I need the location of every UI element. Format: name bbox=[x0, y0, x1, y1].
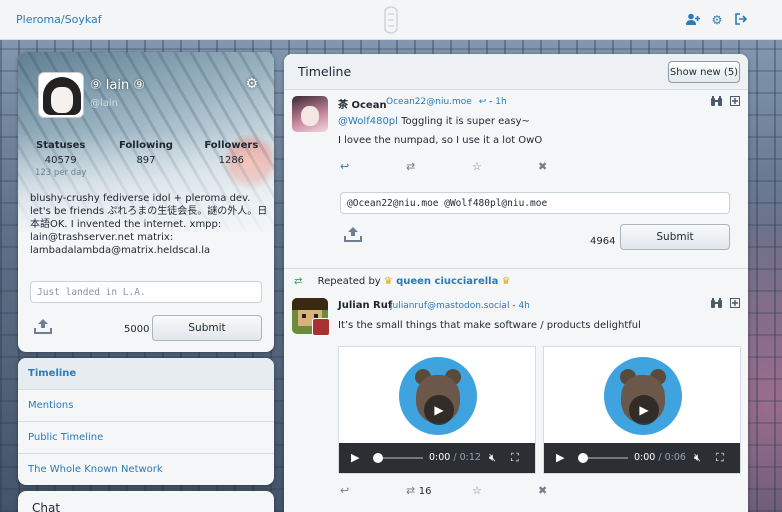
stat-statuses[interactable]: Statuses 40579 123 per day bbox=[18, 140, 103, 178]
repeat-icon: ⇄ bbox=[406, 484, 416, 497]
status-time[interactable]: 1h bbox=[495, 97, 506, 107]
user-profile-card: ⑨ lain ⑨ @lain ⚙ Statuses 40579 123 per … bbox=[18, 52, 274, 352]
video-thumbnail: ▶ bbox=[399, 357, 477, 435]
reply-icon[interactable]: ↩ bbox=[340, 484, 406, 497]
pleroma-logo[interactable] bbox=[375, 4, 407, 36]
navigation-panel: Timeline Mentions Public Timeline The Wh… bbox=[18, 358, 274, 485]
status-actions: ↩ ⇄ 16 ☆ ✖ bbox=[340, 484, 604, 497]
seek-handle[interactable] bbox=[373, 453, 383, 463]
status-text-line: Toggling it is super easy~ bbox=[397, 116, 530, 127]
video-duration: / 0:12 bbox=[453, 452, 481, 463]
site-brand-link[interactable]: Pleroma/Soykaf bbox=[16, 13, 102, 26]
gear-icon[interactable]: ⚙ bbox=[710, 13, 724, 28]
video-duration: / 0:06 bbox=[658, 452, 686, 463]
user-plus-icon[interactable] bbox=[686, 13, 700, 28]
timeline-title: Timeline bbox=[298, 64, 352, 79]
binoculars-icon[interactable] bbox=[711, 298, 722, 311]
divider bbox=[284, 268, 748, 269]
submit-button[interactable]: Submit bbox=[152, 315, 262, 341]
avatar[interactable] bbox=[292, 96, 328, 132]
reblogger-avatar[interactable] bbox=[312, 318, 330, 336]
status-input[interactable]: Just landed in L.A. bbox=[30, 281, 262, 303]
status-item: 茶 Ocean Ocean22@niu.moe ↩ - 1h @Wolf480p… bbox=[284, 90, 748, 266]
status-author-name[interactable]: Julian Ruf bbox=[338, 300, 392, 311]
fullscreen-icon[interactable]: ⛶ bbox=[716, 451, 724, 465]
character-count: 5000 bbox=[124, 324, 150, 335]
top-navbar: Pleroma/Soykaf ⚙ bbox=[0, 0, 782, 40]
status-author-handle[interactable]: julianruf@mastodon.social bbox=[390, 301, 509, 311]
mute-icon[interactable]: 🔇︎ bbox=[694, 451, 701, 465]
video-player[interactable]: ▶ ▶ 0:00 / 0:12 🔇︎ ⛶ bbox=[338, 346, 536, 474]
star-icon[interactable]: ☆ bbox=[472, 484, 538, 497]
status-time[interactable]: 4h bbox=[518, 301, 529, 311]
stat-following[interactable]: Following 897 bbox=[103, 140, 188, 178]
mention-link[interactable]: @Wolf480pl bbox=[338, 116, 398, 127]
video-current-time: 0:00 bbox=[429, 452, 451, 463]
upload-icon[interactable] bbox=[344, 226, 362, 246]
play-icon[interactable]: ▶ bbox=[629, 395, 659, 425]
crown-emoji-icon: ♛ bbox=[501, 276, 511, 287]
binoculars-icon[interactable] bbox=[711, 96, 722, 109]
retweet-icon: ⇄ bbox=[294, 276, 303, 287]
repeat-button[interactable]: ⇄ 16 bbox=[406, 484, 472, 497]
nav-item-public-timeline[interactable]: Public Timeline bbox=[18, 422, 274, 454]
stat-followers[interactable]: Followers 1286 bbox=[189, 140, 274, 178]
repeater-name[interactable]: queen ciucciarella bbox=[396, 276, 498, 287]
video-current-time: 0:00 bbox=[634, 452, 656, 463]
repeat-icon[interactable]: ⇄ bbox=[406, 160, 472, 173]
submit-button[interactable]: Submit bbox=[620, 224, 730, 250]
delete-icon[interactable]: ✖ bbox=[538, 160, 604, 173]
status-author-handle[interactable]: Ocean22@niu.moe bbox=[386, 97, 472, 107]
video-player[interactable]: ▶ ▶ 0:00 / 0:06 🔇︎ ⛶ bbox=[543, 346, 741, 474]
gear-icon[interactable]: ⚙ bbox=[245, 76, 258, 92]
reply-input[interactable]: @Ocean22@niu.moe @Wolf480pl@niu.moe bbox=[340, 192, 730, 214]
play-icon[interactable]: ▶ bbox=[424, 395, 454, 425]
crown-emoji-icon: ♛ bbox=[383, 276, 393, 287]
nav-item-whole-network[interactable]: The Whole Known Network bbox=[18, 454, 274, 485]
avatar[interactable] bbox=[38, 72, 84, 118]
profile-display-name: ⑨ lain ⑨ bbox=[90, 78, 146, 93]
chat-panel[interactable]: Chat bbox=[18, 491, 274, 512]
video-controls: ▶ 0:00 / 0:06 🔇︎ ⛶ bbox=[544, 443, 740, 473]
play-icon[interactable]: ▶ bbox=[351, 451, 359, 464]
star-icon[interactable]: ☆ bbox=[472, 160, 538, 173]
nav-item-mentions[interactable]: Mentions bbox=[18, 390, 274, 422]
timeline-panel: Timeline Show new (5) 茶 Ocean Ocean22@ni… bbox=[284, 54, 748, 512]
video-controls: ▶ 0:00 / 0:12 🔇︎ ⛶ bbox=[339, 443, 535, 473]
reply-icon[interactable]: ↩ bbox=[340, 160, 406, 173]
character-count: 4964 bbox=[590, 236, 616, 247]
chat-title: Chat bbox=[32, 501, 61, 512]
status-text-line: It’s the small things that make software… bbox=[338, 320, 641, 331]
repeated-by-notice: ⇄ Repeated by ♛ queen ciucciarella ♛ bbox=[294, 276, 511, 287]
nav-item-timeline[interactable]: Timeline bbox=[18, 358, 274, 390]
repeat-count: 16 bbox=[418, 486, 432, 497]
show-new-button[interactable]: Show new (5) bbox=[668, 61, 740, 83]
expand-icon[interactable] bbox=[730, 96, 740, 109]
video-thumbnail: ▶ bbox=[604, 357, 682, 435]
profile-stats: Statuses 40579 123 per day Following 897… bbox=[18, 140, 274, 178]
expand-icon[interactable] bbox=[730, 298, 740, 311]
video-seekbar[interactable] bbox=[582, 457, 628, 459]
seek-handle[interactable] bbox=[578, 453, 588, 463]
timeline-header: Timeline Show new (5) bbox=[284, 54, 748, 90]
repeated-by-label: Repeated by bbox=[317, 276, 381, 287]
video-seekbar[interactable] bbox=[377, 457, 423, 459]
profile-handle[interactable]: @lain bbox=[90, 98, 118, 109]
fullscreen-icon[interactable]: ⛶ bbox=[511, 451, 519, 465]
delete-icon[interactable]: ✖ bbox=[538, 484, 604, 497]
play-icon[interactable]: ▶ bbox=[556, 451, 564, 464]
status-actions: ↩ ⇄ ☆ ✖ bbox=[340, 160, 604, 173]
upload-icon[interactable] bbox=[34, 318, 52, 338]
logout-icon[interactable] bbox=[734, 13, 748, 28]
status-author-name[interactable]: 茶 Ocean bbox=[338, 96, 387, 111]
profile-bio: blushy-crushy fediverse idol + pleroma d… bbox=[30, 193, 268, 256]
mute-icon[interactable]: 🔇︎ bbox=[489, 451, 496, 465]
status-text-line: I lovee the numpad, so I use it a lot Ow… bbox=[338, 135, 543, 146]
reply-indicator-icon[interactable]: ↩ bbox=[479, 97, 487, 107]
